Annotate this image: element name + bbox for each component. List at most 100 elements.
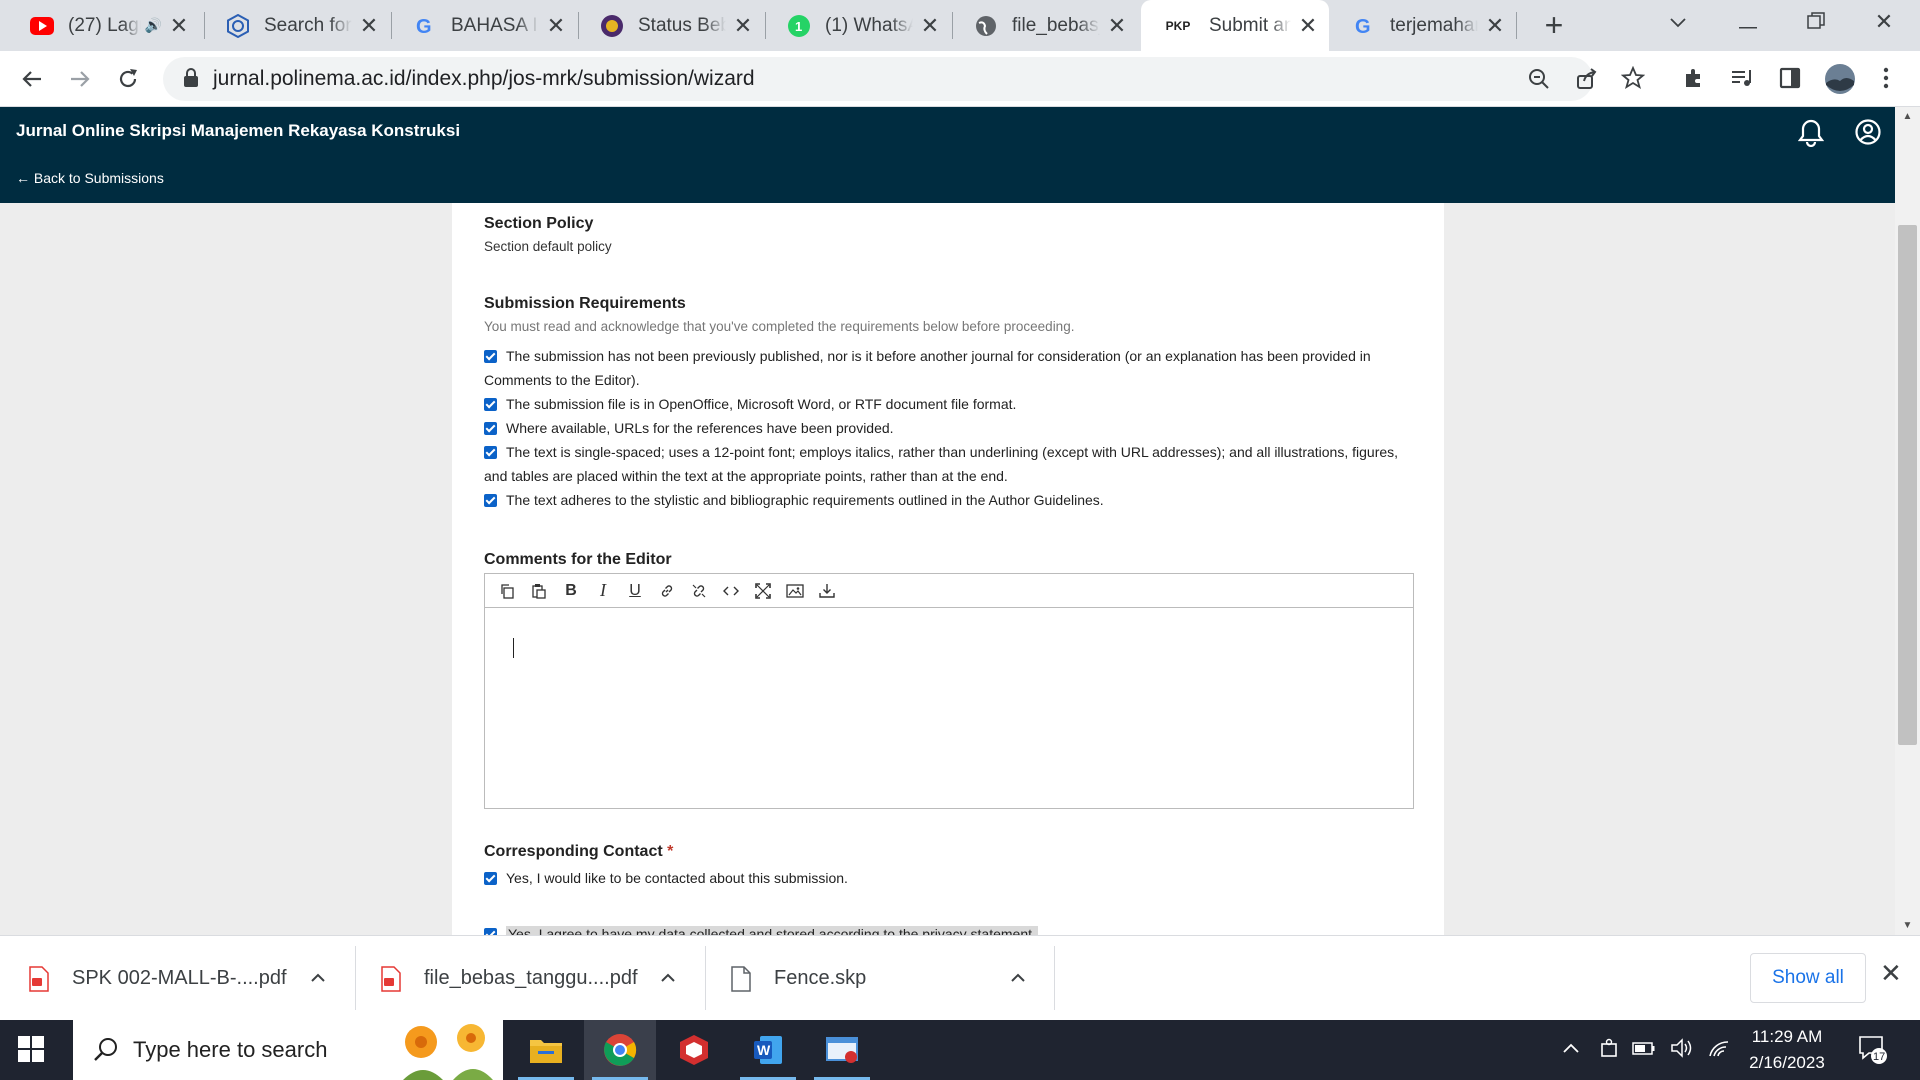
contact-option: Yes, I would like to be contacted about … bbox=[484, 867, 1414, 889]
battery-icon[interactable] bbox=[1632, 1034, 1656, 1061]
lock-icon[interactable] bbox=[181, 67, 205, 91]
unlink-icon[interactable] bbox=[683, 576, 715, 606]
close-tab-icon[interactable]: ✕ bbox=[732, 13, 754, 39]
download-item[interactable]: Fence.skp bbox=[730, 936, 1050, 1021]
back-arrow-icon[interactable] bbox=[14, 61, 50, 97]
university-icon bbox=[600, 14, 624, 38]
insert-image-icon[interactable] bbox=[779, 576, 811, 606]
taskbar-clock[interactable]: 11:29 AM 2/16/2023 bbox=[1722, 1024, 1852, 1076]
browser-tab-search[interactable]: Search for F ✕ bbox=[206, 0, 390, 51]
link-icon[interactable] bbox=[651, 576, 683, 606]
volume-icon[interactable] bbox=[1670, 1034, 1694, 1063]
comments-rich-text-editor[interactable]: B I U bbox=[484, 573, 1414, 809]
browser-tab-terjemahan[interactable]: G terjemahan ✕ bbox=[1332, 0, 1516, 51]
show-hidden-icons-chevron-icon[interactable] bbox=[1562, 1034, 1580, 1059]
chevron-up-icon[interactable] bbox=[660, 970, 676, 988]
upload-icon[interactable] bbox=[811, 576, 843, 606]
italic-icon[interactable]: I bbox=[587, 576, 619, 606]
windows-start-icon[interactable] bbox=[18, 1036, 46, 1064]
new-tab-button[interactable]: + bbox=[1534, 6, 1574, 46]
underline-icon[interactable]: U bbox=[619, 576, 651, 606]
bold-icon[interactable]: B bbox=[555, 576, 587, 606]
forward-arrow-icon[interactable] bbox=[62, 61, 98, 97]
media-controls-icon[interactable] bbox=[1730, 66, 1756, 92]
side-panel-icon[interactable] bbox=[1778, 66, 1804, 92]
share-icon[interactable] bbox=[1575, 67, 1601, 93]
address-bar[interactable]: jurnal.polinema.ac.id/index.php/jos-mrk/… bbox=[163, 57, 1597, 101]
comments-text-area[interactable] bbox=[485, 608, 1413, 808]
requirement-checkbox[interactable] bbox=[484, 422, 497, 435]
download-item[interactable]: SPK 002-MALL-B-....pdf bbox=[28, 936, 348, 1021]
browser-tab-bahasa[interactable]: G BAHASA IN ✕ bbox=[393, 0, 577, 51]
zoom-icon[interactable] bbox=[1527, 67, 1553, 93]
download-filename: Fence.skp bbox=[774, 967, 867, 989]
back-to-submissions-link[interactable]: ← Back to Submissions bbox=[16, 170, 164, 186]
requirement-item: The text adheres to the stylistic and bi… bbox=[484, 488, 1414, 512]
reload-icon[interactable] bbox=[110, 61, 146, 97]
taskbar-file-explorer[interactable] bbox=[510, 1020, 582, 1080]
paste-icon[interactable] bbox=[523, 576, 555, 606]
taskbar-chrome[interactable] bbox=[584, 1020, 656, 1080]
close-download-shelf-icon[interactable]: ✕ bbox=[1880, 958, 1902, 989]
download-filename: file_bebas_tanggu....pdf bbox=[424, 967, 638, 989]
requirement-checkbox[interactable] bbox=[484, 398, 497, 411]
folder-icon bbox=[530, 1040, 562, 1063]
google-icon: G bbox=[1352, 14, 1376, 38]
taskbar-word[interactable]: W bbox=[732, 1020, 804, 1080]
requirement-checkbox[interactable] bbox=[484, 350, 497, 363]
chevron-up-icon[interactable] bbox=[310, 970, 326, 988]
close-tab-icon[interactable]: ✕ bbox=[168, 13, 190, 39]
close-window-icon[interactable]: ✕ bbox=[1854, 0, 1914, 44]
notification-center-icon[interactable]: 17 bbox=[1857, 1034, 1887, 1064]
page-scrollbar[interactable]: ▲ ▼ bbox=[1895, 107, 1920, 935]
requirement-checkbox[interactable] bbox=[484, 494, 497, 507]
taskbar-sketchup[interactable] bbox=[658, 1020, 730, 1080]
fullscreen-icon[interactable] bbox=[747, 576, 779, 606]
svg-text:W: W bbox=[757, 1042, 771, 1058]
copy-icon[interactable] bbox=[491, 576, 523, 606]
requirement-checkbox[interactable] bbox=[484, 446, 497, 459]
privacy-checkbox[interactable] bbox=[484, 928, 497, 935]
taskbar-search-box[interactable]: Type here to search bbox=[73, 1020, 503, 1080]
contact-checkbox[interactable] bbox=[484, 872, 497, 885]
meet-now-icon[interactable] bbox=[1600, 1034, 1620, 1065]
text-cursor bbox=[513, 638, 514, 658]
avatar[interactable] bbox=[1824, 63, 1856, 95]
extensions-puzzle-icon[interactable] bbox=[1682, 66, 1708, 92]
bookmark-star-icon[interactable] bbox=[1620, 65, 1647, 92]
show-all-downloads-button[interactable]: Show all bbox=[1750, 953, 1866, 1003]
tab-search-chevron-icon[interactable] bbox=[1648, 0, 1708, 44]
browser-tab-youtube[interactable]: (27) Lagu 🔊 ✕ bbox=[10, 0, 200, 51]
browser-tab-file-bebas[interactable]: file_bebas_t ✕ bbox=[954, 0, 1138, 51]
journal-title[interactable]: Jurnal Online Skripsi Manajemen Rekayasa… bbox=[16, 121, 460, 141]
speaker-icon[interactable]: 🔊 bbox=[145, 17, 162, 34]
taskbar-app-window[interactable] bbox=[806, 1020, 878, 1080]
close-tab-icon[interactable]: ✕ bbox=[1297, 13, 1319, 39]
close-tab-icon[interactable]: ✕ bbox=[545, 13, 567, 39]
browser-tab-whatsapp[interactable]: 1 (1) WhatsAp ✕ bbox=[767, 0, 951, 51]
chrome-menu-icon[interactable] bbox=[1874, 66, 1900, 92]
scrollbar-thumb[interactable] bbox=[1898, 225, 1917, 745]
close-tab-icon[interactable]: ✕ bbox=[1484, 13, 1506, 39]
search-site-icon bbox=[226, 13, 250, 38]
download-item[interactable]: file_bebas_tanggu....pdf bbox=[380, 936, 700, 1021]
browser-tab-submit-active[interactable]: PKP Submit an A ✕ bbox=[1141, 0, 1329, 51]
privacy-option-label: Yes, I agree to have my data collected a… bbox=[506, 926, 1038, 935]
file-icon bbox=[731, 965, 751, 992]
restore-window-icon[interactable] bbox=[1786, 0, 1846, 44]
notification-bell-icon[interactable] bbox=[1797, 119, 1825, 148]
scroll-down-arrow-icon[interactable]: ▼ bbox=[1895, 920, 1920, 931]
close-tab-icon[interactable]: ✕ bbox=[1106, 13, 1128, 39]
requirements-list: The submission has not been previously p… bbox=[484, 344, 1414, 512]
close-tab-icon[interactable]: ✕ bbox=[358, 13, 380, 39]
minimize-window-icon[interactable] bbox=[1718, 0, 1778, 44]
source-code-icon[interactable] bbox=[715, 576, 747, 606]
user-profile-icon[interactable] bbox=[1855, 119, 1881, 145]
chevron-up-icon[interactable] bbox=[1010, 970, 1026, 988]
submission-requirements-label: Submission Requirements bbox=[484, 295, 686, 312]
browser-tab-status[interactable]: Status Beba ✕ bbox=[580, 0, 764, 51]
scroll-up-arrow-icon[interactable]: ▲ bbox=[1895, 111, 1920, 122]
required-asterisk: * bbox=[667, 843, 674, 860]
privacy-consent-option: Yes, I agree to have my data collected a… bbox=[484, 923, 1414, 935]
close-tab-icon[interactable]: ✕ bbox=[919, 13, 941, 39]
